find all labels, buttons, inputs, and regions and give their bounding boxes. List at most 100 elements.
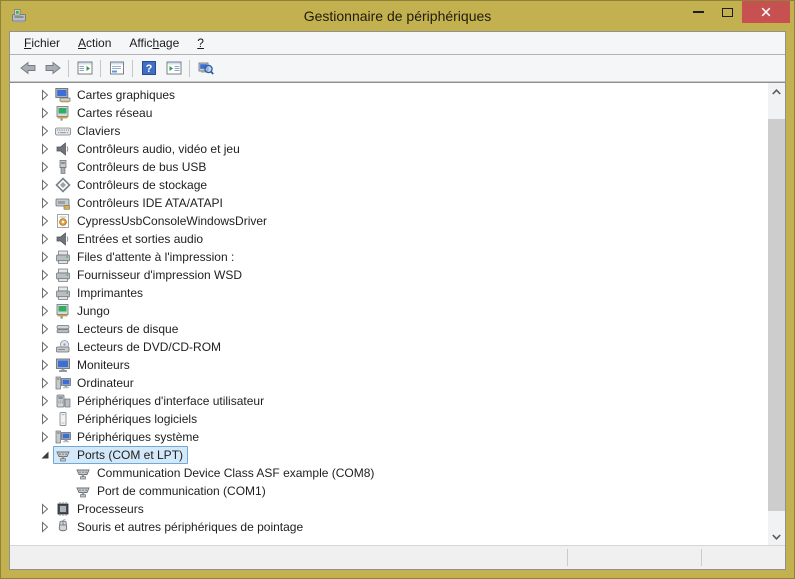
toolbar-separator: [68, 60, 69, 77]
menu-item-action[interactable]: Action: [69, 33, 120, 53]
tree-row: Ports (COM et LPT): [10, 446, 768, 464]
tree-item[interactable]: Cartes réseau: [53, 104, 157, 122]
tree-item[interactable]: Cartes graphiques: [53, 86, 180, 104]
tree-item[interactable]: Ports (COM et LPT): [53, 446, 188, 464]
expand-arrow-icon[interactable]: [37, 105, 53, 121]
tree-item[interactable]: Processeurs: [53, 500, 149, 518]
expand-arrow-icon[interactable]: [37, 429, 53, 445]
tree-item[interactable]: Moniteurs: [53, 356, 135, 374]
network-adapter-icon: [55, 303, 71, 319]
menu-item-fichier[interactable]: Fichier: [15, 33, 69, 53]
close-button[interactable]: [742, 1, 790, 23]
properties-button[interactable]: [104, 57, 129, 79]
tree-item[interactable]: Contrôleurs IDE ATA/ATAPI: [53, 194, 228, 212]
scrollbar-thumb[interactable]: [768, 119, 785, 511]
menu-item-affichage[interactable]: Affichage: [120, 33, 188, 53]
collapse-arrow-icon[interactable]: [37, 447, 53, 463]
tree-row: Contrôleurs IDE ATA/ATAPI: [10, 194, 768, 212]
expand-arrow-icon[interactable]: [37, 159, 53, 175]
expand-arrow-icon[interactable]: [37, 213, 53, 229]
scroll-down-button[interactable]: [768, 528, 785, 545]
tree-item-label: Files d'attente à l'impression :: [77, 250, 234, 264]
expand-arrow-icon[interactable]: [37, 375, 53, 391]
tree-item[interactable]: Lecteurs de disque: [53, 320, 183, 338]
tree-item[interactable]: Entrées et sorties audio: [53, 230, 208, 248]
menu-item-?[interactable]: ?: [188, 33, 213, 53]
tree-item[interactable]: Périphériques système: [53, 428, 204, 446]
help-button[interactable]: ?: [136, 57, 161, 79]
tree-item-label: Contrôleurs audio, vidéo et jeu: [77, 142, 240, 156]
expand-arrow-icon[interactable]: [37, 141, 53, 157]
tree-item-label: CypressUsbConsoleWindowsDriver: [77, 214, 267, 228]
expand-arrow-icon[interactable]: [37, 267, 53, 283]
tree-item-label: Jungo: [77, 304, 110, 318]
tree-item[interactable]: Périphériques logiciels: [53, 410, 202, 428]
expand-arrow-icon[interactable]: [37, 303, 53, 319]
scroll-up-button[interactable]: [768, 83, 785, 100]
action-pane-button[interactable]: [161, 57, 186, 79]
action-pane-icon: [166, 60, 182, 76]
toolbar-separator: [100, 60, 101, 77]
hid-device-icon: [55, 393, 71, 409]
tree-item-label: Entrées et sorties audio: [77, 232, 203, 246]
tree-item[interactable]: Périphériques d'interface utilisateur: [53, 392, 269, 410]
tree-item[interactable]: Files d'attente à l'impression :: [53, 248, 239, 266]
minimize-icon: [693, 11, 704, 13]
scan-hardware-icon: [198, 60, 214, 76]
tree-item-label: Ports (COM et LPT): [77, 448, 183, 462]
tree-row: Ordinateur: [10, 374, 768, 392]
back-arrow-button[interactable]: [15, 57, 40, 79]
vertical-scrollbar[interactable]: [768, 83, 785, 545]
minimize-button[interactable]: [684, 1, 713, 23]
tree-item[interactable]: CypressUsbConsoleWindowsDriver: [53, 212, 272, 230]
expand-arrow-icon[interactable]: [37, 501, 53, 517]
scan-hardware-button[interactable]: [193, 57, 218, 79]
speaker-icon: [55, 231, 71, 247]
scrollbar-track[interactable]: [768, 100, 785, 528]
dvd-drive-icon: [55, 339, 71, 355]
disk-drive-icon: [55, 321, 71, 337]
tree-item[interactable]: Imprimantes: [53, 284, 148, 302]
chevron-down-icon: [772, 534, 781, 540]
tree-item[interactable]: Contrôleurs audio, vidéo et jeu: [53, 140, 245, 158]
tree-item[interactable]: Contrôleurs de stockage: [53, 176, 212, 194]
toolbar: ?: [10, 55, 785, 82]
tree-row: Port de communication (COM1): [10, 482, 768, 500]
tree-item[interactable]: Souris et autres périphériques de pointa…: [53, 518, 308, 536]
statusbar-divider: [701, 549, 702, 566]
expander-spacer: [57, 465, 73, 481]
expand-arrow-icon[interactable]: [37, 123, 53, 139]
expand-arrow-icon[interactable]: [37, 321, 53, 337]
tree-row: Claviers: [10, 122, 768, 140]
titlebar: Gestionnaire de périphériques: [1, 1, 794, 31]
expand-arrow-icon[interactable]: [37, 411, 53, 427]
expand-arrow-icon[interactable]: [37, 249, 53, 265]
device-manager-icon: [11, 8, 27, 24]
serial-port-icon: [75, 483, 91, 499]
expand-arrow-icon[interactable]: [37, 177, 53, 193]
tree-item[interactable]: Fournisseur d'impression WSD: [53, 266, 247, 284]
tree-item-label: Contrôleurs de bus USB: [77, 160, 206, 174]
console-tree-button[interactable]: [72, 57, 97, 79]
tree-item[interactable]: Contrôleurs de bus USB: [53, 158, 211, 176]
tree-item[interactable]: Lecteurs de DVD/CD-ROM: [53, 338, 226, 356]
status-bar: [10, 545, 785, 569]
tree-item[interactable]: Jungo: [53, 302, 115, 320]
window-controls: [684, 1, 790, 23]
expand-arrow-icon[interactable]: [37, 87, 53, 103]
tree-item[interactable]: Ordinateur: [53, 374, 139, 392]
expand-arrow-icon[interactable]: [37, 231, 53, 247]
printer-icon: [55, 249, 71, 265]
tree-item[interactable]: Communication Device Class ASF example (…: [73, 464, 379, 482]
forward-arrow-button[interactable]: [40, 57, 65, 79]
expand-arrow-icon[interactable]: [37, 393, 53, 409]
tree-item[interactable]: Claviers: [53, 122, 125, 140]
maximize-button[interactable]: [713, 1, 742, 23]
expand-arrow-icon[interactable]: [37, 285, 53, 301]
expand-arrow-icon[interactable]: [37, 195, 53, 211]
expand-arrow-icon[interactable]: [37, 357, 53, 373]
tree-row: Souris et autres périphériques de pointa…: [10, 518, 768, 536]
expand-arrow-icon[interactable]: [37, 339, 53, 355]
tree-item[interactable]: Port de communication (COM1): [73, 482, 271, 500]
expand-arrow-icon[interactable]: [37, 519, 53, 535]
